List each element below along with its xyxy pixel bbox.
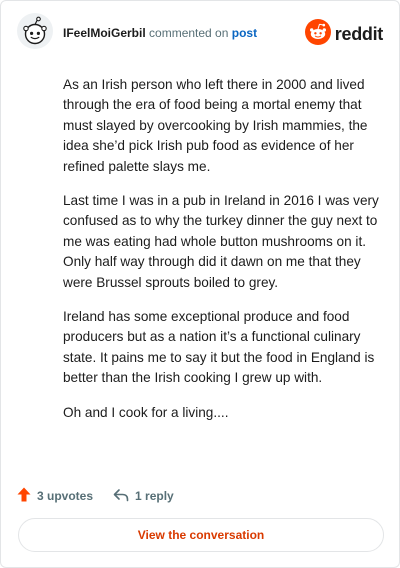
comment-paragraph: Ireland has some exceptional produce and… [63,309,375,386]
comment-paragraph: Last time I was in a pub in Ireland in 2… [63,193,379,290]
snoo-avatar-icon[interactable] [17,13,53,49]
comment-paragraph: Oh and I cook for a living.... [63,404,229,420]
upvote-button[interactable]: 3 upvotes [17,487,93,505]
comment-header: IFeelMoiGerbil commented on post reddit [17,13,383,53]
reply-count: 1 reply [135,489,174,503]
comment-embed-card: IFeelMoiGerbil commented on post reddit … [0,0,400,568]
comment-actions: 3 upvotes 1 reply [17,486,174,506]
comment-paragraph: As an Irish person who left there in 200… [63,77,368,174]
upvote-arrow-icon [17,487,37,505]
reply-button[interactable]: 1 reply [113,488,174,505]
username-link[interactable]: IFeelMoiGerbil [63,26,146,40]
upvote-count: 3 upvotes [37,489,94,503]
commented-on-label: commented on [149,26,229,40]
reddit-logo-icon [304,18,331,50]
view-conversation-button[interactable]: View the conversation [18,518,384,552]
reddit-brand[interactable]: reddit [304,18,384,50]
comment-body: As an Irish person who left there in 200… [63,75,383,437]
reply-arrow-icon [113,488,135,505]
reddit-wordmark: reddit [334,23,384,44]
post-link[interactable]: post [232,26,257,40]
author-line: IFeelMoiGerbil commented on post [63,26,257,40]
